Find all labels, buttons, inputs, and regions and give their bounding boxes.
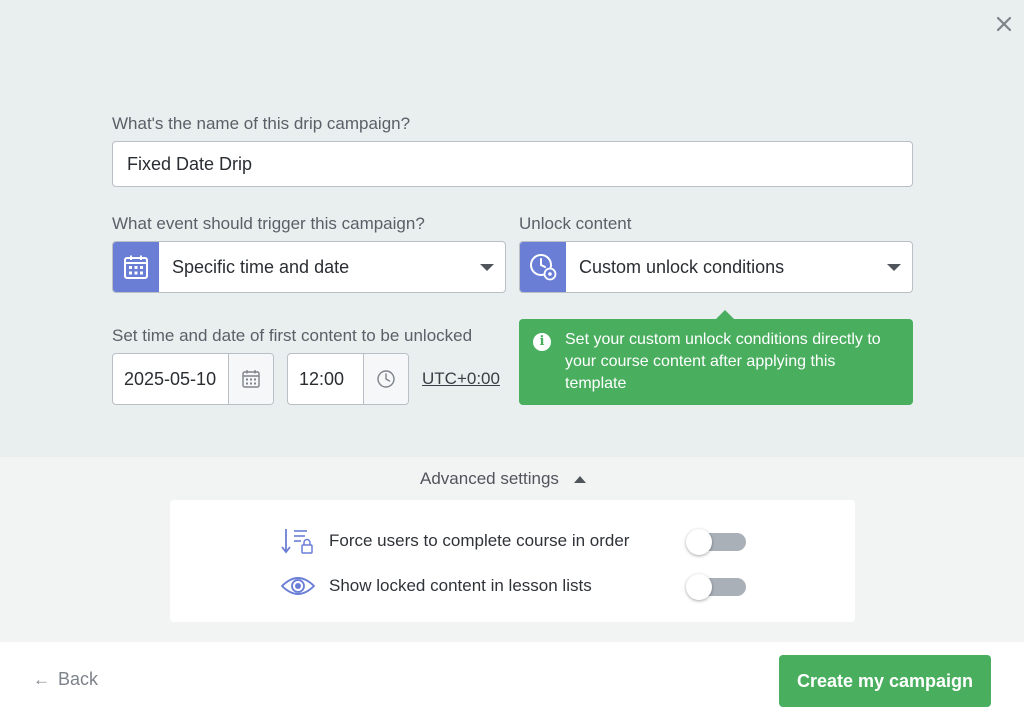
clock-settings-icon xyxy=(530,254,557,281)
advanced-settings-label: Advanced settings xyxy=(420,469,559,488)
clock-settings-icon-box xyxy=(520,242,566,292)
toggle-knob xyxy=(686,574,712,600)
toggle-knob xyxy=(686,529,712,555)
time-field[interactable]: 12:00 xyxy=(287,353,409,405)
date-picker-button[interactable] xyxy=(228,354,273,404)
close-button[interactable] xyxy=(994,14,1014,34)
unlock-content-select[interactable]: Custom unlock conditions xyxy=(519,241,913,293)
trigger-select-value: Specific time and date xyxy=(172,256,350,277)
eye-icon xyxy=(280,571,316,601)
time-picker-button[interactable] xyxy=(363,354,408,404)
campaign-name-input[interactable] xyxy=(112,141,913,187)
date-value: 2025-05-10 xyxy=(124,368,217,389)
calendar-icon xyxy=(124,255,148,279)
option-label: Show locked content in lesson lists xyxy=(329,576,592,595)
timezone-link[interactable]: UTC+0:00 xyxy=(422,369,500,389)
clock-icon xyxy=(377,370,395,388)
close-icon xyxy=(996,16,1012,32)
datetime-label: Set time and date of first content to be… xyxy=(112,326,473,345)
chevron-down-icon xyxy=(887,263,901,271)
back-button[interactable]: ← Back xyxy=(33,669,98,690)
calendar-icon-box xyxy=(113,242,159,292)
option-force-order: Force users to complete course in order xyxy=(280,526,629,556)
tooltip-text: Set your custom unlock conditions direct… xyxy=(565,331,881,392)
force-order-toggle[interactable] xyxy=(686,529,746,555)
trigger-select[interactable]: Specific time and date xyxy=(112,241,506,293)
unlock-content-label: Unlock content xyxy=(519,214,632,233)
sort-lock-icon xyxy=(280,526,316,556)
info-icon: i xyxy=(533,333,551,351)
option-show-locked: Show locked content in lesson lists xyxy=(280,571,592,601)
arrow-left-icon: ← xyxy=(33,669,50,689)
unlock-content-select-value: Custom unlock conditions xyxy=(579,256,785,277)
campaign-name-label: What's the name of this drip campaign? xyxy=(112,114,411,133)
chevron-up-icon xyxy=(573,475,586,483)
back-label: Back xyxy=(58,669,99,689)
advanced-settings-card: Force users to complete course in order … xyxy=(170,500,855,622)
chevron-down-icon xyxy=(480,263,494,271)
trigger-label: What event should trigger this campaign? xyxy=(112,214,425,233)
unlock-info-tooltip: i Set your custom unlock conditions dire… xyxy=(519,310,913,405)
option-label: Force users to complete course in order xyxy=(329,531,630,550)
show-locked-toggle[interactable] xyxy=(686,574,746,600)
calendar-icon xyxy=(242,370,260,388)
date-field[interactable]: 2025-05-10 xyxy=(112,353,274,405)
time-value: 12:00 xyxy=(299,368,345,389)
create-campaign-button[interactable]: Create my campaign xyxy=(779,655,991,707)
advanced-settings-toggle[interactable]: Advanced settings xyxy=(420,469,586,489)
